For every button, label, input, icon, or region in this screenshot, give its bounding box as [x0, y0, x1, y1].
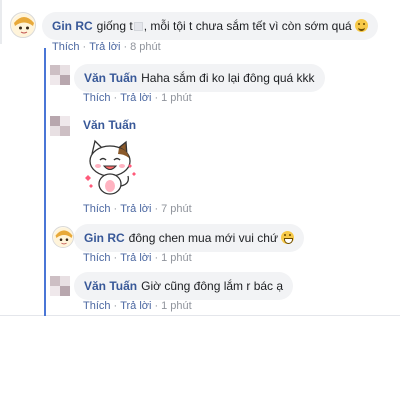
reply-2: Văn Tuấn: [0, 108, 400, 220]
comment-bubble: Gin RC giống t , mỗi tội t chưa sắm tết vì…: [42, 12, 378, 40]
comment-text: đông chen mua mới vui chứ: [128, 231, 278, 245]
censored-placeholder: [133, 22, 143, 31]
like-button[interactable]: Thích: [83, 203, 111, 215]
reply-button[interactable]: Trả lời: [120, 203, 151, 215]
timestamp[interactable]: 8 phút: [130, 41, 161, 53]
reply-3: Gin RC đông chen mua mới vui chứ Thích · Tr…: [0, 220, 400, 264]
timestamp[interactable]: 1 phút: [161, 252, 192, 264]
comment-author[interactable]: Văn Tuấn: [84, 279, 137, 293]
comment-thread: Gin RC giống t, mỗi tội t chưa sắm tết vì…: [0, 0, 400, 316]
comment-author[interactable]: Văn Tuấn: [83, 118, 136, 132]
avatar-anime-icon: [12, 14, 35, 37]
reply-button[interactable]: Trả lời: [120, 300, 151, 312]
comment-1: Gin RC giống t , mỗi tội t chưa sắm tết vì…: [0, 0, 400, 56]
slightly-smiling-face-icon: [354, 19, 368, 32]
comment-bubble: Văn Tuấn Haha sắm đi ko lại đông quá kkk: [74, 64, 325, 92]
avatar[interactable]: [50, 65, 70, 85]
comment-actions: Thích · Trả lời · 1 phút: [83, 300, 192, 312]
comment-author[interactable]: Gin RC: [52, 19, 93, 33]
like-button[interactable]: Thích: [83, 252, 111, 264]
comment-text: Haha sắm đi ko lại đông quá kkk: [141, 71, 315, 85]
reply-1: Văn Tuấn Haha sắm đi ko lại đông quá kkk …: [0, 56, 400, 108]
reply-button[interactable]: Trả lời: [89, 41, 120, 53]
timestamp[interactable]: 7 phút: [161, 203, 192, 215]
comment-text: Giờ cũng đông lắm r bác ạ: [141, 279, 284, 293]
avatar[interactable]: [10, 12, 36, 38]
comment-actions: Thích · Trả lời · 7 phút: [83, 203, 192, 215]
avatar[interactable]: [50, 116, 70, 136]
comment-bubble: Gin RC đông chen mua mới vui chứ: [74, 224, 304, 252]
avatar[interactable]: [50, 276, 70, 296]
comment-author[interactable]: Văn Tuấn: [84, 71, 137, 85]
cat-sticker-icon: [85, 139, 136, 195]
cat-sticker: [80, 136, 140, 196]
comment-text-continued: , mỗi tội t chưa sắm tết vì còn sớm quá: [143, 19, 352, 33]
avatar[interactable]: [52, 226, 74, 248]
comment-actions: Thích · Trả lời · 8 phút: [52, 41, 161, 53]
comment-bubble: Văn Tuấn Giờ cũng đông lắm r bác ạ: [74, 272, 294, 300]
reply-button[interactable]: Trả lời: [120, 92, 151, 104]
like-button[interactable]: Thích: [52, 41, 80, 53]
timestamp[interactable]: 1 phút: [161, 92, 192, 104]
comment-text: giống t: [96, 19, 133, 33]
comment-actions: Thích · Trả lời · 1 phút: [83, 252, 192, 264]
reply-button[interactable]: Trả lời: [120, 252, 151, 264]
reply-4: Văn Tuấn Giờ cũng đông lắm r bác ạ Thích ·…: [0, 264, 400, 316]
timestamp[interactable]: 1 phút: [161, 300, 192, 312]
comment-actions: Thích · Trả lời · 1 phút: [83, 92, 192, 104]
like-button[interactable]: Thích: [83, 300, 111, 312]
like-button[interactable]: Thích: [83, 92, 111, 104]
tears-of-joy-face-icon: [280, 231, 294, 244]
comment-author[interactable]: Gin RC: [84, 231, 125, 245]
avatar-anime-icon: [53, 227, 73, 247]
